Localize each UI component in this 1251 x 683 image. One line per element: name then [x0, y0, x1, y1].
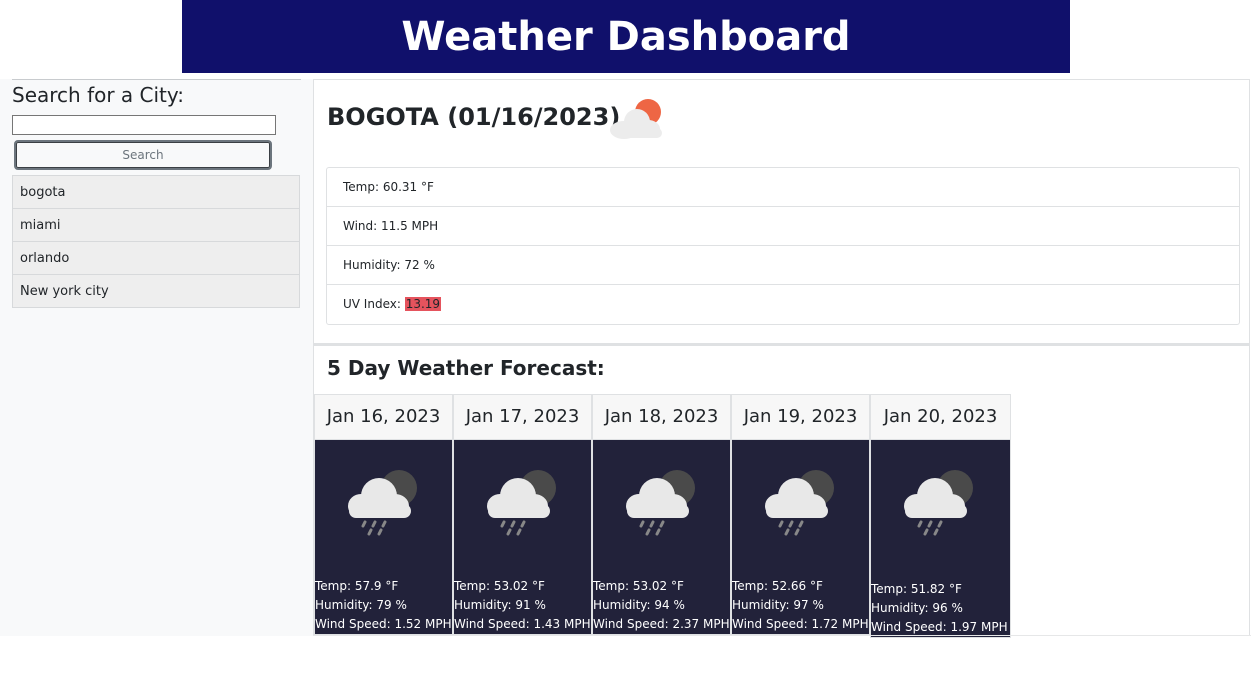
forecast-card: Jan 19, 2023 Temp: 52.66 °F Humidity: 97… [731, 394, 870, 635]
partly-cloudy-icon [610, 99, 662, 139]
forecast-wind: Wind Speed: 2.37 MPH [593, 617, 730, 631]
forecast-stats: Temp: 52.66 °F Humidity: 97 % Wind Speed… [732, 577, 869, 634]
rain-cloud-moon-icon [487, 470, 556, 536]
forecast-stats: Temp: 57.9 °F Humidity: 79 % Wind Speed:… [315, 577, 452, 634]
forecast-body: Temp: 57.9 °F Humidity: 79 % Wind Speed:… [315, 440, 452, 634]
forecast-card: Jan 20, 2023 Temp: 51.82 °F Humidity: 96… [870, 394, 1011, 638]
forecast-card: Jan 18, 2023 Temp: 53.02 °F Humidity: 94… [592, 394, 731, 635]
rain-cloud-moon-icon [765, 470, 834, 536]
current-weather-details: Temp: 60.31 °F Wind: 11.5 MPH Humidity: … [326, 167, 1240, 325]
forecast-temp: Temp: 51.82 °F [871, 582, 962, 596]
forecast-wind: Wind Speed: 1.43 MPH [454, 617, 591, 631]
forecast-stats: Temp: 53.02 °F Humidity: 94 % Wind Speed… [593, 577, 730, 634]
sidebar-divider [12, 79, 301, 80]
search-history-list: bogota miami orlando New york city [12, 175, 300, 308]
forecast-humidity: Humidity: 94 % [593, 598, 685, 612]
uv-index-label: UV Index: [343, 297, 405, 311]
forecast-date: Jan 18, 2023 [593, 395, 730, 440]
current-wind: Wind: 11.5 MPH [327, 207, 1239, 246]
rain-cloud-moon-icon [348, 470, 417, 536]
forecast-humidity: Humidity: 91 % [454, 598, 546, 612]
current-city-title: BOGOTA (01/16/2023) [327, 103, 621, 131]
forecast-body: Temp: 53.02 °F Humidity: 91 % Wind Speed… [454, 440, 591, 634]
forecast-date: Jan 17, 2023 [454, 395, 591, 440]
content-bottom-border [313, 635, 1251, 636]
search-button[interactable]: Search [14, 140, 272, 170]
forecast-temp: Temp: 53.02 °F [593, 579, 684, 593]
forecast-card: Jan 16, 2023 Temp: 57.9 °F Humidity: 79 … [314, 394, 453, 635]
forecast-body: Temp: 52.66 °F Humidity: 97 % Wind Speed… [732, 440, 869, 634]
page-header: Weather Dashboard [182, 0, 1070, 73]
forecast-stats: Temp: 53.02 °F Humidity: 91 % Wind Speed… [454, 577, 591, 634]
current-humidity: Humidity: 72 % [327, 246, 1239, 285]
forecast-temp: Temp: 53.02 °F [454, 579, 545, 593]
forecast-date: Jan 16, 2023 [315, 395, 452, 440]
current-uv-index: UV Index: 13.19 [327, 285, 1239, 324]
forecast-wind: Wind Speed: 1.52 MPH [315, 617, 452, 631]
forecast-date: Jan 19, 2023 [732, 395, 869, 440]
rain-cloud-moon-icon [904, 470, 973, 536]
forecast-body: Temp: 51.82 °F Humidity: 96 % Wind Speed… [871, 440, 1010, 637]
city-search-input[interactable] [12, 115, 276, 135]
forecast-humidity: Humidity: 97 % [732, 598, 824, 612]
forecast-humidity: Humidity: 79 % [315, 598, 407, 612]
forecast-card: Jan 17, 2023 Temp: 53.02 °F Humidity: 91… [453, 394, 592, 635]
history-item-orlando[interactable]: orlando [12, 241, 300, 274]
current-temp: Temp: 60.31 °F [327, 168, 1239, 207]
history-item-miami[interactable]: miami [12, 208, 300, 241]
forecast-temp: Temp: 52.66 °F [732, 579, 823, 593]
forecast-body: Temp: 53.02 °F Humidity: 94 % Wind Speed… [593, 440, 730, 634]
uv-index-value: 13.19 [404, 297, 442, 311]
forecast-temp: Temp: 57.9 °F [315, 579, 399, 593]
current-weather-panel: BOGOTA (01/16/2023) Temp: 60.31 °F Wind:… [313, 79, 1250, 344]
search-heading: Search for a City: [12, 83, 185, 107]
page-title: Weather Dashboard [401, 13, 851, 60]
search-sidebar: Search for a City: Search bogota miami o… [0, 79, 313, 636]
history-item-new-york-city[interactable]: New york city [12, 274, 300, 308]
history-item-bogota[interactable]: bogota [12, 175, 300, 208]
forecast-heading: 5 Day Weather Forecast: [327, 356, 605, 380]
forecast-wind: Wind Speed: 1.72 MPH [732, 617, 869, 631]
forecast-stats: Temp: 51.82 °F Humidity: 96 % Wind Speed… [871, 580, 1008, 637]
forecast-date: Jan 20, 2023 [871, 395, 1010, 440]
rain-cloud-moon-icon [626, 470, 695, 536]
five-day-forecast-panel: 5 Day Weather Forecast: Jan 16, 2023 Tem… [313, 344, 1250, 638]
forecast-humidity: Humidity: 96 % [871, 601, 963, 615]
